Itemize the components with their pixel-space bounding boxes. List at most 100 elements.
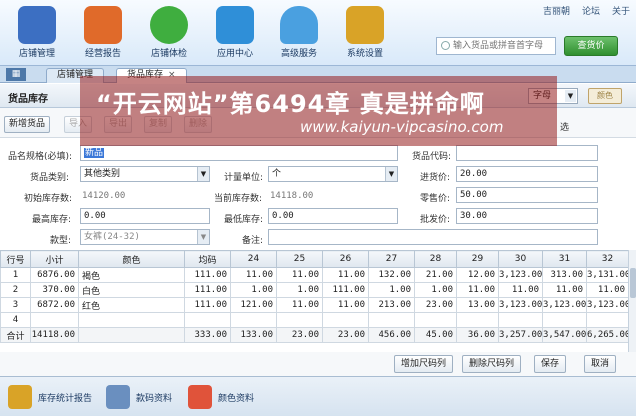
- grid-cell[interactable]: 111.00: [184, 282, 231, 298]
- grid-cell[interactable]: 11.00: [276, 297, 323, 313]
- grid-cell[interactable]: 3,123.00: [498, 297, 543, 313]
- delete-size-column-button[interactable]: 删除尺码列: [462, 355, 522, 373]
- grid-cell[interactable]: 6876.00: [30, 267, 79, 283]
- grid-cell[interactable]: 11.00: [542, 282, 587, 298]
- grid-cell[interactable]: 111.00: [322, 282, 369, 298]
- grid-cell[interactable]: 333.00: [184, 327, 231, 343]
- table-row[interactable]: 2 370.00 白色 111.00 1.00 1.00 111.00 1.00 1.00 11.…: [0, 282, 629, 298]
- footer-color-data[interactable]: 颜色资料: [188, 383, 254, 411]
- col-header[interactable]: 24: [230, 250, 277, 268]
- grid-cell[interactable]: 14118.00: [30, 327, 79, 343]
- grid-cell[interactable]: 111.00: [184, 297, 231, 313]
- unit-select[interactable]: 个 ▼: [268, 166, 398, 182]
- grid-cell[interactable]: 21.00: [414, 267, 457, 283]
- grid-cell[interactable]: 23.00: [322, 327, 369, 343]
- wholesale-price-field[interactable]: 30.00: [456, 208, 598, 224]
- col-header[interactable]: 颜色: [78, 250, 185, 268]
- table-row[interactable]: 4: [0, 312, 629, 328]
- nav-business-report[interactable]: 经营报告: [72, 6, 134, 64]
- grid-cell[interactable]: [542, 312, 587, 328]
- grid-cell[interactable]: 白色: [78, 282, 185, 298]
- grid-cell[interactable]: 1: [0, 267, 31, 283]
- grid-cell[interactable]: 3: [0, 297, 31, 313]
- grid-cell[interactable]: 36.00: [456, 327, 499, 343]
- about-link[interactable]: 关于: [612, 4, 630, 17]
- grid-cell[interactable]: 3,257.00: [498, 327, 543, 343]
- col-header[interactable]: 31: [542, 250, 587, 268]
- grid-cell[interactable]: [322, 312, 369, 328]
- nav-app-center[interactable]: 应用中心: [204, 6, 266, 64]
- product-name-field[interactable]: 新品: [80, 145, 398, 161]
- grid-cell[interactable]: 1.00: [230, 282, 277, 298]
- cost-price-field[interactable]: 20.00: [456, 166, 598, 182]
- col-header[interactable]: 均码: [184, 250, 231, 268]
- grid-cell[interactable]: 121.00: [230, 297, 277, 313]
- grid-cell[interactable]: 6,265.00: [586, 327, 629, 343]
- grid-cell[interactable]: 红色: [78, 297, 185, 313]
- product-code-field[interactable]: [456, 145, 598, 161]
- grid-scrollbar[interactable]: [628, 250, 636, 352]
- total-row[interactable]: 合计 14118.00 333.00 133.00 23.00 23.00 456.00 45…: [0, 327, 629, 343]
- grid-cell[interactable]: 370.00: [30, 282, 79, 298]
- grid-cell[interactable]: 133.00: [230, 327, 277, 343]
- grid-cell[interactable]: 111.00: [184, 267, 231, 283]
- search-price-button[interactable]: 查货价: [564, 36, 618, 56]
- grid-cell[interactable]: 3,123.00: [498, 267, 543, 283]
- grid-cell[interactable]: 213.00: [368, 297, 415, 313]
- add-size-column-button[interactable]: 增加尺码列: [394, 355, 454, 373]
- scrollbar-thumb[interactable]: [630, 268, 636, 298]
- table-row[interactable]: 3 6872.00 红色 111.00 121.00 11.00 11.00 213.00 23…: [0, 297, 629, 313]
- forum-link[interactable]: 论坛: [582, 4, 600, 17]
- grid-cell[interactable]: [414, 312, 457, 328]
- grid-cell[interactable]: [30, 312, 79, 328]
- grid-cell[interactable]: 313.00: [542, 267, 587, 283]
- grid-cell[interactable]: 1.00: [276, 282, 323, 298]
- grid-cell[interactable]: 4: [0, 312, 31, 328]
- grid-cell[interactable]: [78, 312, 185, 328]
- grid-cell[interactable]: 褐色: [78, 267, 185, 283]
- grid-cell[interactable]: 23.00: [276, 327, 323, 343]
- col-header[interactable]: 26: [322, 250, 369, 268]
- save-button[interactable]: 保存: [534, 355, 567, 373]
- retail-price-field[interactable]: 50.00: [456, 187, 598, 203]
- grid-cell[interactable]: 合计: [0, 327, 31, 343]
- grid-cell[interactable]: 13.00: [456, 297, 499, 313]
- min-stock-field[interactable]: 0.00: [268, 208, 398, 224]
- grid-cell[interactable]: [498, 312, 543, 328]
- nav-store-checkup[interactable]: 店铺体检: [138, 6, 200, 64]
- grid-cell[interactable]: [586, 312, 629, 328]
- max-stock-field[interactable]: 0.00: [80, 208, 210, 224]
- col-header[interactable]: 32: [586, 250, 629, 268]
- grid-cell[interactable]: 12.00: [456, 267, 499, 283]
- grid-cell[interactable]: 132.00: [368, 267, 415, 283]
- grid-cell[interactable]: 11.00: [456, 282, 499, 298]
- col-header[interactable]: 27: [368, 250, 415, 268]
- grid-cell[interactable]: [184, 312, 231, 328]
- nav-premium-service[interactable]: 高级服务: [268, 6, 330, 64]
- category-select[interactable]: 其他类别 ▼: [80, 166, 210, 182]
- col-header[interactable]: 小计: [30, 250, 79, 268]
- grid-cell[interactable]: 3,123.00: [586, 297, 629, 313]
- grid-cell[interactable]: [78, 327, 185, 343]
- col-header[interactable]: 25: [276, 250, 323, 268]
- grid-cell[interactable]: 45.00: [414, 327, 457, 343]
- grid-cell[interactable]: 11.00: [276, 267, 323, 283]
- grid-cell[interactable]: 1.00: [368, 282, 415, 298]
- col-header[interactable]: 30: [498, 250, 543, 268]
- grid-cell[interactable]: [456, 312, 499, 328]
- grid-cell[interactable]: [276, 312, 323, 328]
- apps-grid-icon[interactable]: ▦: [6, 68, 26, 81]
- grid-cell[interactable]: 6872.00: [30, 297, 79, 313]
- grid-cell[interactable]: 1.00: [414, 282, 457, 298]
- grid-cell[interactable]: 11.00: [230, 267, 277, 283]
- grid-cell[interactable]: 23.00: [414, 297, 457, 313]
- footer-style-data[interactable]: 款码资料: [106, 383, 172, 411]
- grid-cell[interactable]: 3,547.00: [542, 327, 587, 343]
- note-field[interactable]: [268, 229, 598, 245]
- grid-cell[interactable]: [368, 312, 415, 328]
- color-button[interactable]: 颜色: [588, 88, 622, 104]
- grid-cell[interactable]: 11.00: [498, 282, 543, 298]
- new-product-button[interactable]: 新增货品: [4, 116, 51, 133]
- grid-cell[interactable]: 2: [0, 282, 31, 298]
- table-row[interactable]: 1 6876.00 褐色 111.00 11.00 11.00 11.00 132.00 21.…: [0, 267, 629, 283]
